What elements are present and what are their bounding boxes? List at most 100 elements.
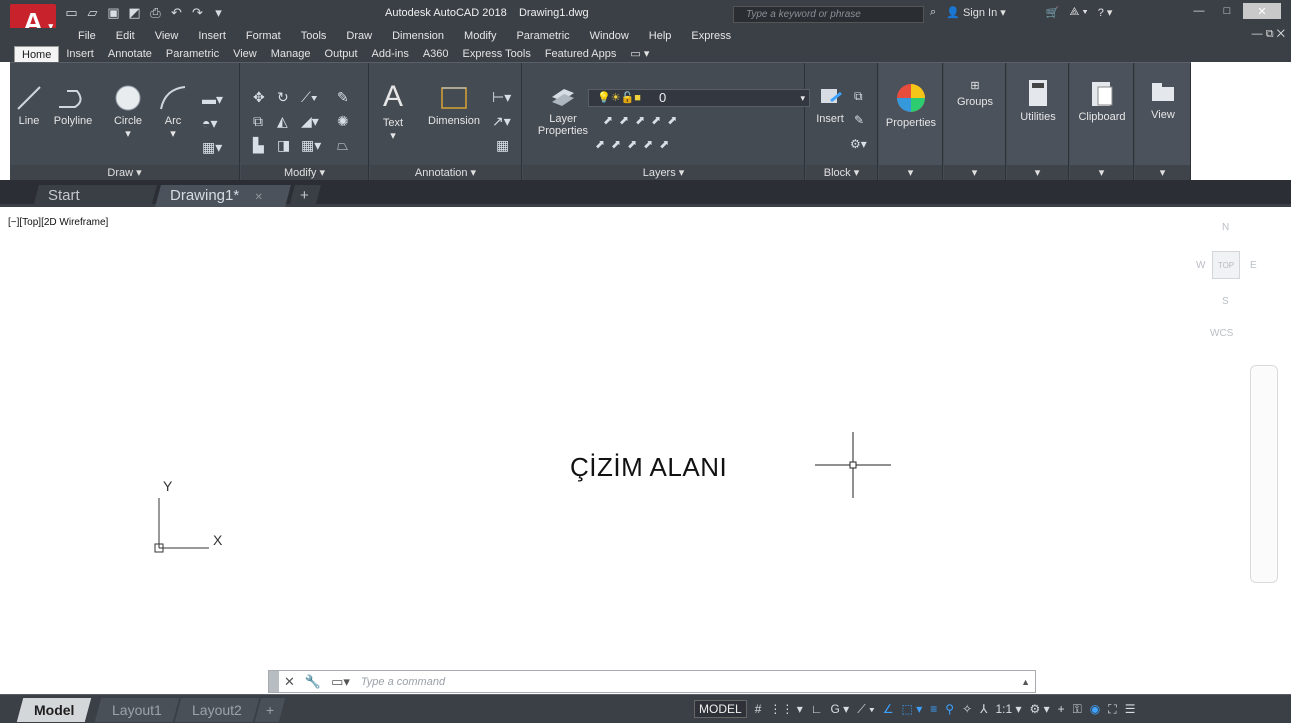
ribbon-minimize-icon[interactable]: ▭ ▾ (623, 46, 656, 62)
close-button[interactable]: ✕ (1243, 3, 1281, 19)
text-button[interactable]: A Text ▾ (378, 81, 408, 143)
workspace-gear-icon[interactable]: ⚙ ▾ (1030, 702, 1050, 716)
draw-panel-footer[interactable]: Draw ▾ (10, 165, 239, 181)
tab-express-tools[interactable]: Express Tools (456, 46, 538, 62)
properties-panel[interactable]: Properties ▾ (879, 63, 943, 181)
move-icon[interactable]: ✥ (253, 89, 265, 106)
leader-icon[interactable]: ↗▾ (492, 113, 511, 130)
rectangle-icon[interactable]: ▬▾ (202, 91, 223, 108)
utilities-expand[interactable]: ▾ (1007, 165, 1068, 181)
arc-button[interactable]: Arc ▾ (156, 85, 190, 140)
erase-icon[interactable]: ✎ (337, 89, 349, 106)
tab-output[interactable]: Output (318, 46, 365, 62)
edit-block-icon[interactable]: ✎ (854, 113, 864, 127)
layer-tools-row1-icon[interactable]: ⬈⬈⬈⬈⬈ (603, 113, 683, 127)
help-icon[interactable]: ? ▾ (1098, 6, 1113, 19)
rotate-icon[interactable]: ↻ (277, 89, 289, 106)
recent-commands-icon[interactable]: ▭▾ (326, 674, 355, 690)
attribute-icon[interactable]: ⚙▾ (850, 137, 867, 151)
line-button[interactable]: Line (14, 85, 44, 127)
menu-edit[interactable]: Edit (106, 30, 145, 42)
grid-icon[interactable]: # (755, 702, 762, 716)
utilities-panel[interactable]: Utilities ▾ (1007, 63, 1069, 181)
menu-express[interactable]: Express (681, 30, 741, 42)
a360-icon[interactable]: ⟁ ▾ (1069, 6, 1087, 19)
annotation-panel-footer[interactable]: Annotation ▾ (370, 165, 521, 181)
open-icon[interactable]: ▱ (85, 5, 100, 20)
annotation-monitor-icon[interactable]: + (1058, 702, 1065, 716)
menu-modify[interactable]: Modify (454, 30, 506, 42)
command-history-icon[interactable]: ▲ (1016, 677, 1035, 687)
units-icon[interactable]: ⚿ (1073, 702, 1082, 717)
model-space-button[interactable]: MODEL (694, 700, 747, 718)
menu-parametric[interactable]: Parametric (506, 30, 579, 42)
tab-manage[interactable]: Manage (264, 46, 318, 62)
scale-dropdown[interactable]: 1:1 ▾ (995, 702, 1021, 716)
tab-drawing1[interactable]: Drawing1* ✕ (155, 185, 291, 207)
sign-in-button[interactable]: 👤 Sign In ▾ (946, 6, 1006, 19)
navigation-bar[interactable] (1250, 365, 1278, 583)
circle-button[interactable]: Circle ▾ (108, 85, 148, 140)
undo-icon[interactable]: ↶ (169, 5, 184, 20)
close-tab-icon[interactable]: ✕ (255, 187, 263, 209)
viewport-controls[interactable]: [−][Top][2D Wireframe] (8, 217, 108, 228)
compass-west[interactable]: W (1196, 260, 1205, 271)
menu-insert[interactable]: Insert (188, 30, 236, 42)
view-panel[interactable]: View ▾ (1135, 63, 1191, 181)
compass-east[interactable]: E (1250, 260, 1257, 271)
layers-panel-footer[interactable]: Layers ▾ (523, 165, 804, 181)
offset-icon[interactable]: ⏢ (337, 137, 348, 154)
groups-panel[interactable]: ⊞ Groups ▾ (944, 63, 1006, 181)
command-line-handle[interactable] (269, 671, 279, 692)
scale-icon[interactable]: ◨ (277, 137, 290, 154)
binoculars-icon[interactable]: ⌕ (930, 6, 936, 19)
clipboard-expand[interactable]: ▾ (1070, 165, 1133, 181)
ortho-icon[interactable]: ∟ (811, 702, 823, 716)
block-panel-footer[interactable]: Block ▾ (806, 165, 877, 181)
mirror-icon[interactable]: ◭ (277, 113, 288, 130)
menu-dimension[interactable]: Dimension (382, 30, 454, 42)
clean-screen-icon[interactable]: ⛶ (1108, 702, 1116, 717)
compass-south[interactable]: S (1222, 296, 1229, 307)
tab-start[interactable]: Start (33, 185, 157, 207)
annotation-scale-icon[interactable]: ⅄ (980, 702, 987, 716)
plot-icon[interactable]: ⎙ (148, 5, 163, 20)
copy-icon[interactable]: ⧉ (253, 113, 263, 130)
layer-dropdown[interactable]: 💡☀🔓■ 0 ▾ (588, 89, 810, 107)
tab-a360[interactable]: A360 (416, 46, 456, 62)
tab-home[interactable]: Home (14, 46, 60, 62)
menu-draw[interactable]: Draw (336, 30, 382, 42)
groups-expand[interactable]: ▾ (944, 165, 1005, 181)
save-icon[interactable]: ▣ (106, 5, 121, 20)
drawing-area[interactable]: [−][Top][2D Wireframe] N W E S TOP WCS Ç… (0, 210, 1291, 690)
command-input[interactable]: Type a command (355, 676, 1016, 688)
polyline-button[interactable]: Polyline (48, 85, 98, 127)
tab-model[interactable]: Model (16, 698, 92, 722)
layer-tools-row2-icon[interactable]: ⬈⬈⬈⬈⬈ (595, 137, 675, 151)
explode-icon[interactable]: ✺ (337, 113, 349, 130)
menu-view[interactable]: View (145, 30, 189, 42)
trim-icon[interactable]: ⟋▾ (301, 89, 318, 106)
tab-layout1[interactable]: Layout1 (94, 698, 180, 722)
layer-properties-button[interactable]: Layer Properties (533, 83, 593, 137)
boundary-icon[interactable]: ▦▾ (202, 139, 222, 156)
hatch-icon[interactable]: ◓▾ (202, 115, 217, 132)
tab-annotate[interactable]: Annotate (101, 46, 159, 62)
snap-icon[interactable]: ⋮⋮ ▾ (769, 702, 802, 716)
modify-panel-footer[interactable]: Modify ▾ (241, 165, 368, 181)
properties-expand[interactable]: ▾ (879, 165, 942, 181)
customization-menu-icon[interactable]: ☰ (1125, 702, 1136, 716)
add-layout-button[interactable]: + (254, 698, 286, 722)
autoscale-icon[interactable]: ✧ (962, 702, 972, 716)
compass-north[interactable]: N (1222, 222, 1229, 233)
minimize-button[interactable]: — (1187, 3, 1211, 19)
linear-dim-icon[interactable]: ⊢▾ (492, 89, 511, 106)
tab-view[interactable]: View (226, 46, 264, 62)
create-block-icon[interactable]: ⧉ (854, 89, 863, 104)
menu-tools[interactable]: Tools (291, 30, 337, 42)
wcs-menu[interactable]: WCS (1210, 328, 1233, 339)
viewcube-top[interactable]: TOP (1212, 251, 1240, 279)
menu-window[interactable]: Window (580, 30, 639, 42)
tab-layout2[interactable]: Layout2 (174, 698, 260, 722)
osnap-tracking-icon[interactable]: ∠ (883, 702, 894, 716)
